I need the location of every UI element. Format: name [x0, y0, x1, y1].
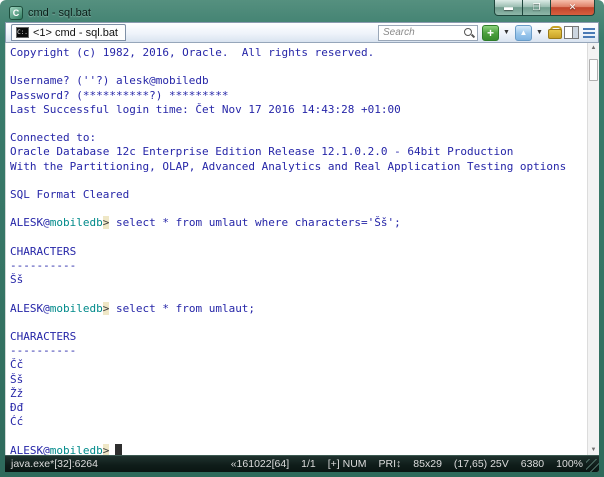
terminal-line: Last Successful login time: Čet Nov 17 2… — [10, 103, 583, 117]
window-mode-button[interactable]: ▲ — [515, 25, 532, 41]
new-console-dropdown-icon[interactable]: ▼ — [503, 29, 511, 36]
search-icon[interactable] — [463, 27, 475, 39]
terminal-line: Ćć — [10, 415, 583, 429]
close-button[interactable]: ✕ — [550, 0, 595, 16]
status-process: java.exe*[32]:6264 — [11, 458, 98, 470]
scrollbar[interactable]: ▲ ▼ — [587, 43, 599, 455]
terminal-line: Username? (''?) alesk@mobiledb — [10, 74, 583, 88]
scrollbar-thumb[interactable] — [589, 59, 598, 81]
panel-icon[interactable] — [564, 26, 579, 39]
status-console-info: «161022[64] — [231, 458, 289, 470]
terminal-line: ALESK@mobiledb> select * from umlaut; — [10, 302, 583, 316]
minimize-icon: ▬ — [504, 3, 513, 12]
status-zoom: 100% — [556, 458, 583, 470]
terminal-line: Connected to: — [10, 131, 583, 145]
cmd-icon: C:. — [16, 27, 29, 38]
titlebar[interactable]: C cmd - sql.bat ▬ ❐ ✕ — [5, 0, 599, 22]
scroll-up-icon[interactable]: ▲ — [588, 43, 599, 53]
tab-toolbar: + ▼ ▲ ▼ — [378, 25, 595, 41]
lock-icon[interactable] — [548, 26, 560, 39]
terminal-line — [10, 117, 583, 131]
status-console-index: 1/1 — [301, 458, 316, 470]
terminal-line: Oracle Database 12c Enterprise Edition R… — [10, 145, 583, 159]
scroll-down-icon[interactable]: ▼ — [588, 445, 599, 455]
terminal-line: Copyright (c) 1982, 2016, Oracle. All ri… — [10, 46, 583, 60]
new-console-button[interactable]: + — [482, 25, 499, 41]
resize-grip[interactable] — [586, 459, 599, 472]
terminal-line: SQL Format Cleared — [10, 188, 583, 202]
status-memory: 6380 — [521, 458, 544, 470]
status-cursor-pos: (17,65) 25V — [454, 458, 509, 470]
terminal-line — [10, 174, 583, 188]
terminal-line: ALESK@mobiledb> select * from umlaut whe… — [10, 216, 583, 230]
terminal-line — [10, 231, 583, 245]
terminal-line — [10, 429, 583, 443]
terminal-line: CHARACTERS — [10, 330, 583, 344]
app-window: C cmd - sql.bat ▬ ❐ ✕ C:. <1> cmd - sql.… — [0, 0, 604, 477]
status-bar: java.exe*[32]:6264 «161022[64] 1/1 [+] N… — [5, 455, 599, 472]
minimize-button[interactable]: ▬ — [494, 0, 523, 16]
terminal-line: Šš — [10, 373, 583, 387]
status-num-lock: [+] NUM — [328, 458, 367, 470]
terminal-line: Čč — [10, 358, 583, 372]
terminal-line: Password? (**********?) ********* — [10, 89, 583, 103]
terminal-line: ALESK@mobiledb> — [10, 444, 583, 455]
terminal-line — [10, 316, 583, 330]
tab-bar: C:. <1> cmd - sql.bat + ▼ ▲ ▼ — [5, 22, 599, 43]
terminal-line: Šš — [10, 273, 583, 287]
terminal-line: ---------- — [10, 259, 583, 273]
terminal-output: Copyright (c) 1982, 2016, Oracle. All ri… — [6, 43, 599, 455]
terminal-line — [10, 60, 583, 74]
terminal-line: ---------- — [10, 344, 583, 358]
window-title: cmd - sql.bat — [28, 7, 91, 19]
search-box[interactable] — [378, 25, 478, 41]
maximize-button[interactable]: ❐ — [523, 0, 550, 16]
tab-cmd-sqlbat[interactable]: C:. <1> cmd - sql.bat — [11, 24, 126, 41]
terminal[interactable]: Copyright (c) 1982, 2016, Oracle. All ri… — [5, 43, 599, 455]
status-console-size: 85x29 — [413, 458, 442, 470]
terminal-line: CHARACTERS — [10, 245, 583, 259]
close-icon: ✕ — [569, 3, 577, 12]
search-input[interactable] — [383, 26, 463, 39]
terminal-line: Žž — [10, 387, 583, 401]
terminal-line — [10, 202, 583, 216]
terminal-line — [10, 287, 583, 301]
status-priority: PRI↕ — [379, 458, 402, 470]
window-mode-dropdown-icon[interactable]: ▼ — [536, 29, 544, 36]
terminal-cursor — [115, 444, 122, 455]
maximize-icon: ❐ — [532, 3, 540, 12]
main-menu-icon[interactable] — [583, 27, 595, 39]
terminal-line: Đđ — [10, 401, 583, 415]
tab-label: <1> cmd - sql.bat — [33, 27, 118, 39]
conemu-app-icon[interactable]: C — [9, 6, 23, 20]
terminal-line: With the Partitioning, OLAP, Advanced An… — [10, 160, 583, 174]
window-controls: ▬ ❐ ✕ — [494, 0, 595, 16]
arrow-up-icon: ▲ — [520, 28, 528, 37]
